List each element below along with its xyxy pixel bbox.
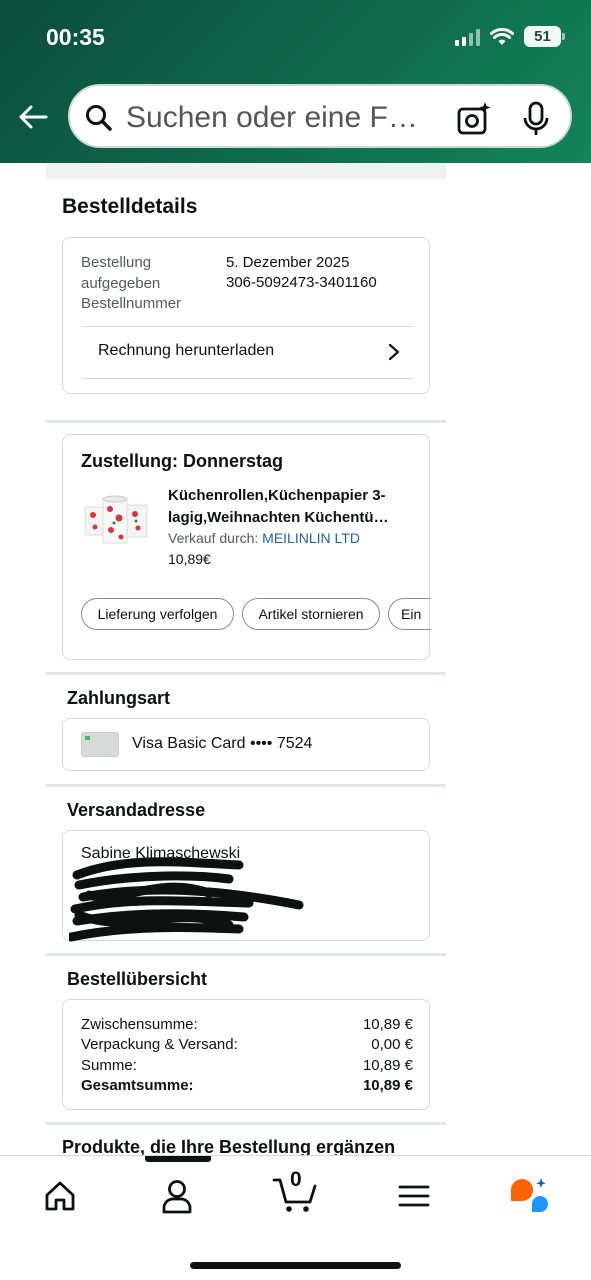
- summary-row-total: Summe: 10,89 €: [81, 1056, 413, 1076]
- order-number-value: 306-5092473-3401160: [226, 274, 377, 291]
- more-action-button[interactable]: Ein: [388, 598, 431, 630]
- chevron-right-icon: [388, 343, 400, 361]
- active-tab-indicator: [145, 1156, 211, 1162]
- summary-value: 10,89 €: [362, 1057, 413, 1074]
- order-summary-title: Bestellübersicht: [67, 969, 208, 989]
- download-invoice-label: Rechnung herunterladen: [98, 342, 275, 359]
- battery-icon: 51: [524, 26, 565, 47]
- order-placed-label: Bestellung aufgegeben: [81, 254, 161, 292]
- seller-link[interactable]: MEILINLIN LTD: [262, 530, 360, 546]
- card-icon: [81, 732, 119, 757]
- product-image[interactable]: [81, 485, 153, 557]
- summary-label: Summe:: [81, 1057, 137, 1074]
- search-icon: [86, 105, 112, 131]
- top-gray-band: [46, 163, 446, 179]
- shipping-address-card: Sabine Klimaschewski: [62, 830, 430, 942]
- home-icon[interactable]: [40, 1176, 80, 1216]
- order-content: Bestelldetails Bestellung aufgegeben 5. …: [46, 163, 446, 1155]
- product-title-line2: lagig,Weihnachten Küchentü…: [168, 509, 389, 526]
- order-number-label: Bestellnummer: [81, 295, 182, 312]
- app-header: 00:35 51 Suchen oder eine F…: [0, 0, 591, 163]
- summary-label: Gesamtsumme:: [81, 1077, 194, 1094]
- menu-icon[interactable]: [394, 1176, 434, 1216]
- section-divider: [46, 420, 446, 423]
- order-details-card: Bestellung aufgegeben 5. Dezember 2025 B…: [62, 237, 430, 394]
- search-input[interactable]: Suchen oder eine F…: [126, 101, 436, 135]
- redaction-scribble: [69, 857, 304, 942]
- camera-search-icon[interactable]: [456, 101, 492, 137]
- shipping-address-title: Versandadresse: [67, 800, 206, 820]
- product-price: 10,89€: [168, 551, 211, 567]
- summary-label: Verpackung & Versand:: [81, 1036, 238, 1053]
- microphone-icon[interactable]: [520, 101, 552, 137]
- status-time: 00:35: [46, 24, 105, 50]
- section-divider: [46, 784, 446, 787]
- cancel-items-button[interactable]: Artikel stornieren: [242, 598, 380, 630]
- cart-button[interactable]: 0: [272, 1168, 318, 1216]
- payment-card: Visa Basic Card •••• 7524: [62, 718, 430, 771]
- cellular-signal-icon: [455, 28, 480, 46]
- search-bar[interactable]: Suchen oder eine F…: [68, 84, 572, 148]
- payment-card-label: Visa Basic Card •••• 7524: [132, 735, 313, 752]
- section-divider: [46, 953, 446, 956]
- product-title-line1: Küchenrollen,Küchenpapier 3-: [168, 487, 386, 504]
- section-divider: [46, 672, 446, 675]
- section-divider: [46, 1122, 446, 1125]
- summary-label: Zwischensumme:: [81, 1016, 198, 1033]
- summary-value: 0,00 €: [371, 1036, 413, 1053]
- rufus-assistant-icon[interactable]: [508, 1176, 552, 1218]
- order-placed-value: 5. Dezember 2025: [226, 254, 350, 271]
- product-title[interactable]: Küchenrollen,Küchenpapier 3- lagig,Weihn…: [168, 485, 413, 529]
- summary-row-grand-total: Gesamtsumme: 10,89 €: [81, 1076, 413, 1096]
- sold-by: Verkauf durch: MEILINLIN LTD: [168, 530, 360, 546]
- track-package-button[interactable]: Lieferung verfolgen: [81, 598, 234, 630]
- summary-value: 10,89 €: [362, 1077, 413, 1094]
- bottom-navigation: 0: [0, 1155, 591, 1280]
- sold-by-label: Verkauf durch:: [168, 530, 259, 546]
- status-icons: 51: [455, 26, 565, 47]
- download-invoice-link[interactable]: Rechnung herunterladen: [81, 326, 413, 379]
- shipment-card: Zustellung: Donnerstag Küchenrollen,Küch…: [62, 434, 431, 660]
- summary-row-shipping: Verpackung & Versand: 0,00 €: [81, 1035, 413, 1055]
- home-indicator: [190, 1262, 401, 1269]
- wifi-icon: [490, 27, 514, 45]
- account-icon[interactable]: [157, 1176, 197, 1216]
- order-summary-card: Zwischensumme: 10,89 € Verpackung & Vers…: [62, 999, 430, 1110]
- back-arrow-icon[interactable]: [16, 100, 50, 134]
- cart-count: 0: [290, 1168, 302, 1191]
- summary-row-subtotal: Zwischensumme: 10,89 €: [81, 1015, 413, 1035]
- payment-title: Zahlungsart: [67, 688, 171, 708]
- order-details-title: Bestelldetails: [62, 195, 198, 218]
- delivery-title: Zustellung: Donnerstag: [81, 451, 283, 471]
- related-products-heading: Produkte, die Ihre Bestellung ergänzen: [62, 1137, 396, 1155]
- summary-value: 10,89 €: [362, 1016, 413, 1033]
